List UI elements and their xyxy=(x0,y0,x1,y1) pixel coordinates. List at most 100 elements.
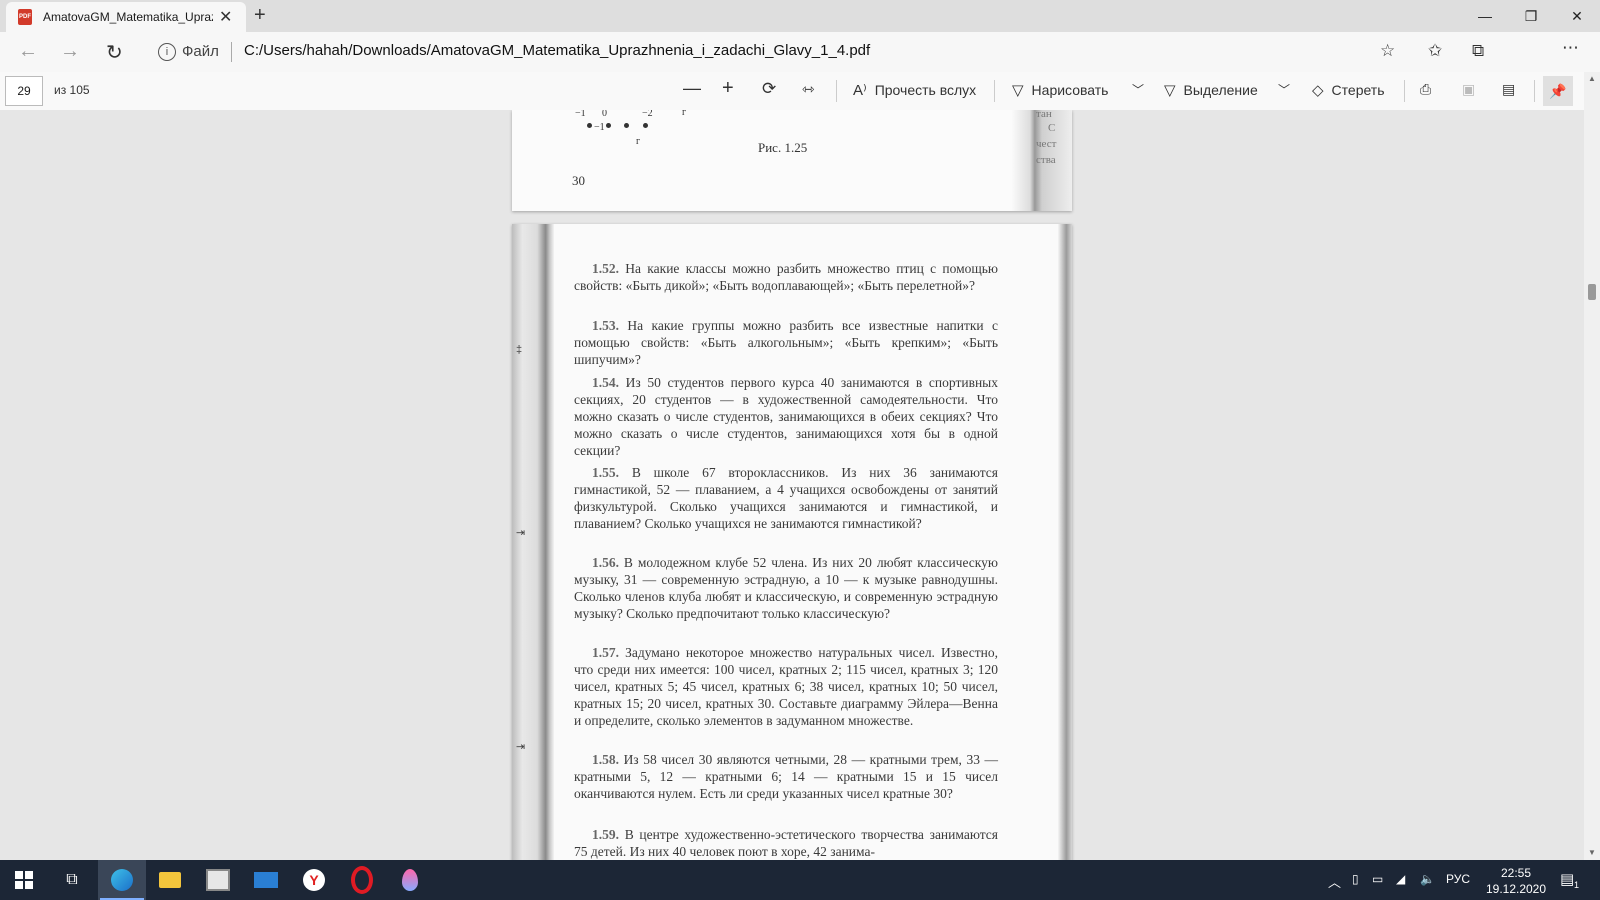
close-window-icon[interactable]: ✕ xyxy=(1554,0,1600,32)
show-hidden-icons-icon[interactable]: ︿ xyxy=(1328,872,1341,891)
mail-icon[interactable] xyxy=(242,860,290,900)
draw-dropdown-icon[interactable]: ﹀ xyxy=(1132,81,1144,98)
figure-point xyxy=(624,123,629,128)
figure-point xyxy=(606,123,611,128)
back-icon[interactable]: ← xyxy=(18,40,38,63)
favorites-icon[interactable]: ✩ xyxy=(1428,41,1442,61)
problem-body: В центре художественно-эстетического тво… xyxy=(574,827,998,859)
erase-button[interactable]: ◇ Стереть xyxy=(1312,81,1385,99)
figure-point xyxy=(587,123,592,128)
more-menu-icon[interactable]: ⋯ xyxy=(1562,38,1579,58)
draw-label: Нарисовать xyxy=(1031,82,1109,98)
opera-icon[interactable] xyxy=(338,860,386,900)
problem-number: 1.56. xyxy=(592,555,619,570)
figure-label: г xyxy=(682,110,687,118)
draw-button[interactable]: ▽ Нарисовать xyxy=(1012,81,1108,99)
minimize-icon[interactable]: — xyxy=(1462,0,1508,32)
problem-text: 1.57. Задумано некоторое множество натур… xyxy=(574,644,998,729)
forward-icon[interactable]: → xyxy=(60,40,80,63)
problem-number: 1.59. xyxy=(592,827,619,842)
figure-label: г xyxy=(636,136,641,147)
wifi-icon[interactable]: ◢ xyxy=(1396,872,1405,886)
paint-app-icon[interactable] xyxy=(386,860,434,900)
problem-body: На какие группы можно разбить все извест… xyxy=(574,318,998,367)
pin-toolbar-icon[interactable]: 📌 xyxy=(1543,76,1573,106)
volume-icon[interactable]: 🔈 xyxy=(1420,872,1435,886)
windows-logo-icon xyxy=(15,871,33,889)
toolbar-divider xyxy=(994,80,995,102)
cut-off-text: ства xyxy=(1036,154,1056,166)
address-url-input[interactable]: C:/Users/hahah/Downloads/AmatovaGM_Matem… xyxy=(244,42,870,59)
figure-label: −1 xyxy=(575,110,586,119)
language-indicator[interactable]: РУС xyxy=(1446,872,1470,886)
close-tab-icon[interactable]: ✕ xyxy=(219,7,232,27)
highlight-button[interactable]: ▽ Выделение xyxy=(1164,81,1258,99)
vertical-scrollbar[interactable]: ▲ ▼ xyxy=(1584,72,1600,860)
clock-time: 22:55 xyxy=(1500,866,1532,880)
page-gutter xyxy=(512,224,554,860)
figure-caption: Рис. 1.25 xyxy=(758,140,808,155)
fit-page-icon[interactable]: ⇿ xyxy=(802,80,815,98)
device-icon[interactable]: ▯ xyxy=(1352,872,1359,886)
figure-label: −1 xyxy=(594,122,605,133)
scrollbar-thumb[interactable] xyxy=(1588,284,1596,300)
problem-body: Из 50 студентов первого курса 40 занимаю… xyxy=(574,375,998,458)
cut-off-text: С xyxy=(1048,122,1056,134)
yandex-browser-icon[interactable]: Y xyxy=(290,860,338,900)
read-aloud-icon: A⁾ xyxy=(853,82,867,99)
figure-point xyxy=(643,123,648,128)
margin-mark: ‡ xyxy=(516,344,523,356)
problem-text: 1.52. На какие классы можно разбить множ… xyxy=(574,260,998,294)
problem-number: 1.53. xyxy=(592,318,619,333)
problem-number: 1.55. xyxy=(592,465,619,480)
problem-number: 1.52. xyxy=(592,261,619,276)
pdf-page-current: ‡ ⇥ ⇥ 1.52. На какие классы можно разбит… xyxy=(512,224,1072,860)
page-number-print: 30 xyxy=(572,173,585,188)
edge-browser-icon[interactable] xyxy=(98,860,146,900)
scroll-down-icon[interactable]: ▼ xyxy=(1588,848,1596,857)
system-clock[interactable]: 22:55 19.12.2020 xyxy=(1484,865,1548,897)
page-gutter xyxy=(1058,224,1072,860)
restore-icon[interactable]: ❐ xyxy=(1508,0,1554,32)
problem-number: 1.57. xyxy=(592,645,619,660)
problem-number: 1.54. xyxy=(592,375,619,390)
favorite-star-icon[interactable]: ☆ xyxy=(1380,41,1395,61)
read-aloud-label: Прочесть вслух xyxy=(874,82,977,98)
highlight-dropdown-icon[interactable]: ﹀ xyxy=(1278,81,1290,98)
info-icon[interactable]: i xyxy=(158,43,176,61)
new-tab-icon[interactable]: + xyxy=(254,4,266,27)
problem-text: 1.56. В молодежном клубе 52 члена. Из ни… xyxy=(574,554,998,622)
zoom-out-icon[interactable]: — xyxy=(683,78,701,99)
print-icon[interactable]: ⎙ xyxy=(1420,81,1431,98)
toolbar-divider xyxy=(1534,80,1535,102)
clock-date: 19.12.2020 xyxy=(1485,882,1547,896)
page-number-input[interactable]: 29 xyxy=(5,76,43,106)
collections-icon[interactable]: ⧉ xyxy=(1472,41,1484,61)
task-view-icon[interactable]: ⧉ xyxy=(48,860,96,900)
title-bar: PDF AmatovaGM_Matematika_Uprazhnenia_i_z… xyxy=(0,0,1600,32)
windows-taskbar: ⧉ Y ︿ ▯ ▭ ◢ 🔈 РУС 22:55 19.12.2020 ▤ 1 xyxy=(0,860,1600,900)
cut-off-text: чест xyxy=(1036,138,1057,150)
figure-label: −2 xyxy=(642,110,653,119)
rotate-icon[interactable]: ⟳ xyxy=(762,79,776,99)
problem-body: В школе 67 второклассников. Из них 36 за… xyxy=(574,465,999,531)
pdf-toolbar: 29 из 105 — + ⟳ ⇿ A⁾ Прочесть вслух ▽ Нари… xyxy=(0,72,1600,111)
store-icon[interactable] xyxy=(194,860,242,900)
browser-tab[interactable]: PDF AmatovaGM_Matematika_Uprazhnenia_i_z… xyxy=(6,2,246,32)
read-aloud-button[interactable]: A⁾ Прочесть вслух xyxy=(853,81,976,99)
problem-text: 1.53. На какие группы можно разбить все … xyxy=(574,317,998,368)
notifications-icon[interactable]: ▤ xyxy=(1560,870,1574,888)
scroll-up-icon[interactable]: ▲ xyxy=(1588,74,1596,83)
pdf-viewer[interactable]: −1 0 −2 −1 г г Рис. 1.25 30 тан С чест с… xyxy=(0,110,1600,860)
start-button[interactable] xyxy=(0,860,48,900)
problem-number: 1.58. xyxy=(592,752,619,767)
refresh-icon[interactable]: ↻ xyxy=(106,40,123,65)
figure-label: 0 xyxy=(602,110,607,119)
save-icon[interactable]: ▣ xyxy=(1462,81,1475,98)
problem-body: Задумано некоторое множество натуральных… xyxy=(574,645,998,728)
save-as-icon[interactable]: ▤ xyxy=(1502,81,1515,98)
battery-icon[interactable]: ▭ xyxy=(1372,872,1383,886)
zoom-in-icon[interactable]: + xyxy=(722,77,734,100)
file-explorer-icon[interactable] xyxy=(146,860,194,900)
problem-text: 1.55. В школе 67 второклассников. Из них… xyxy=(574,464,998,532)
